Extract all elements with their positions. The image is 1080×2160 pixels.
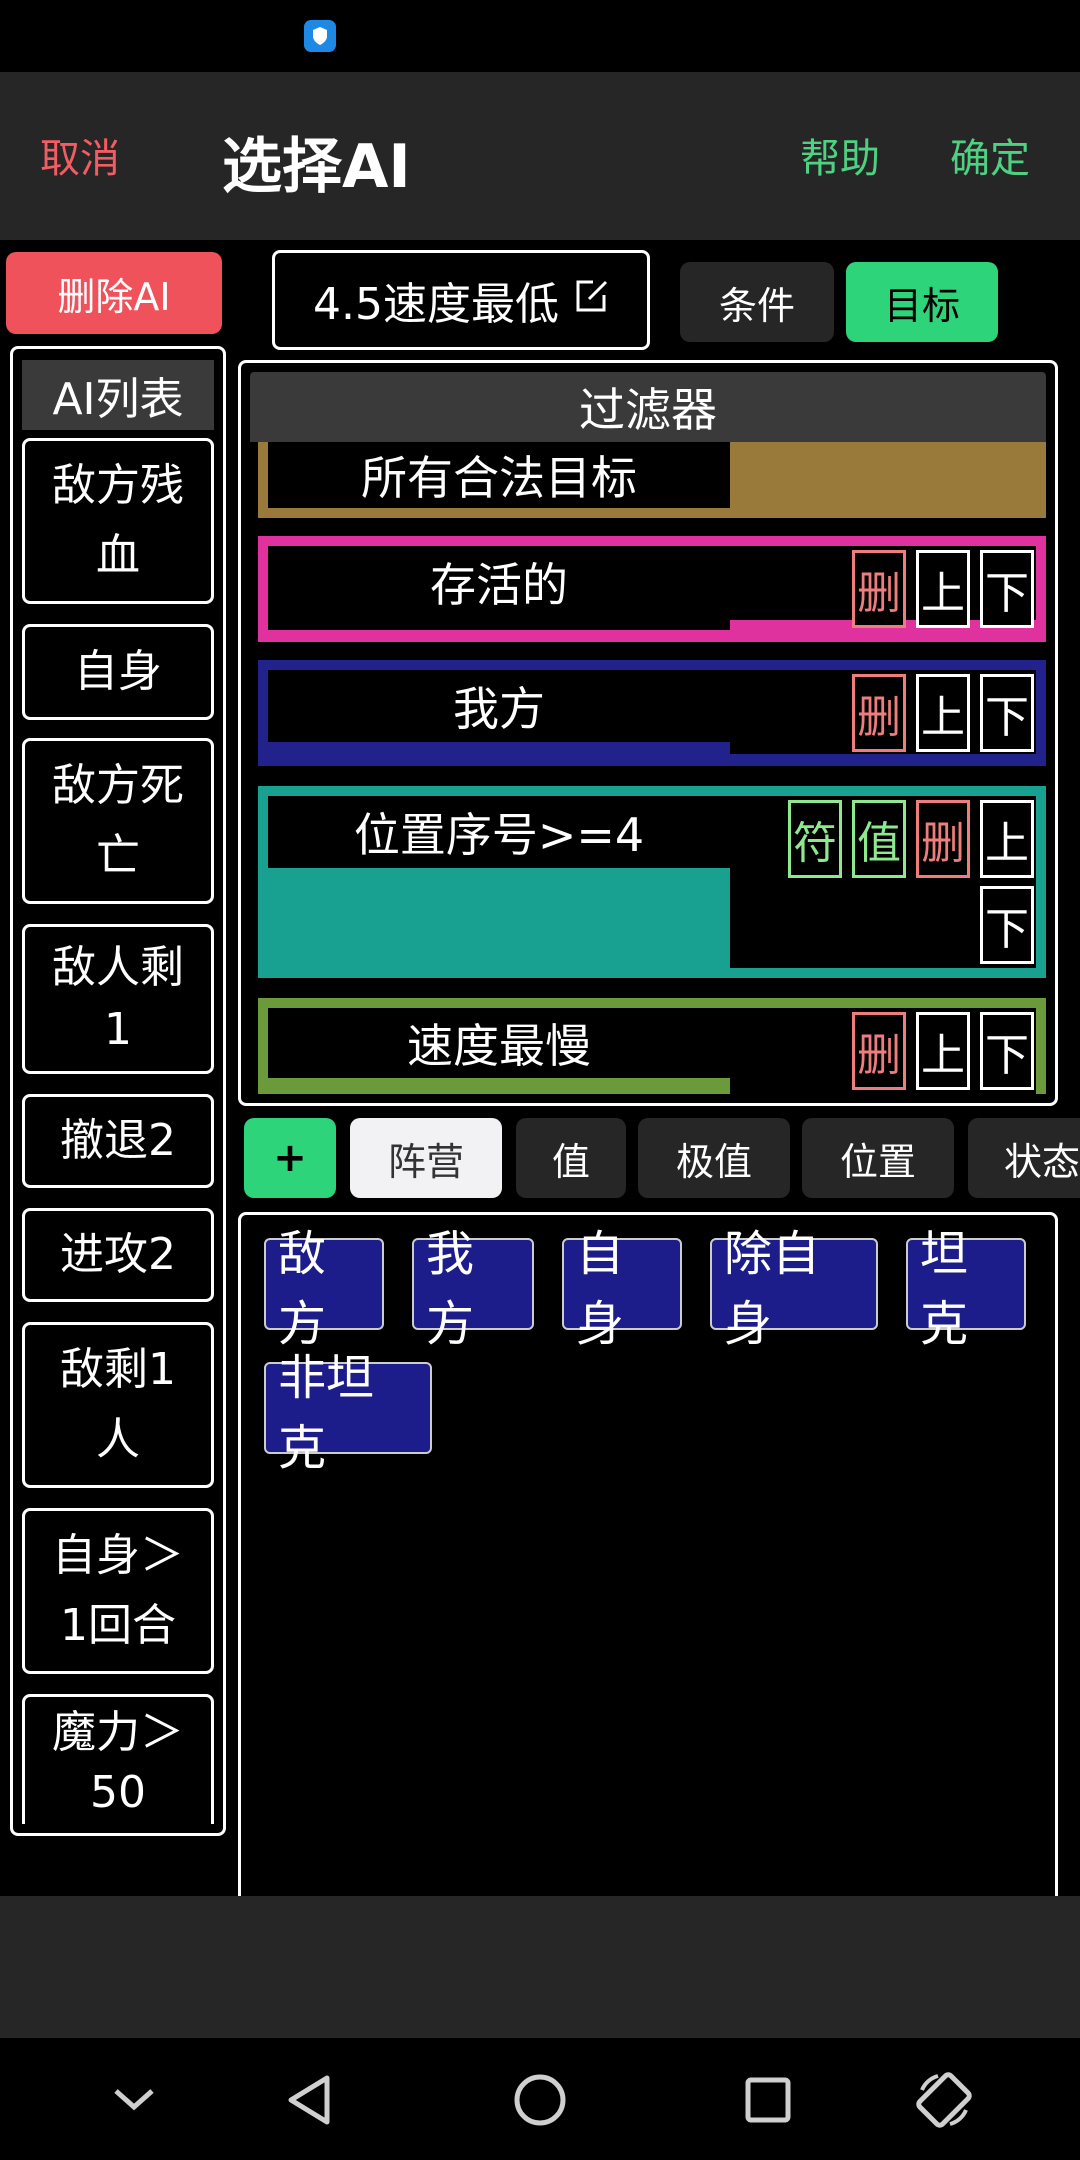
filter-row-label: 位置序号>=4: [268, 796, 730, 868]
top-app-bar: [0, 72, 1080, 240]
filter-title: 过滤器: [250, 372, 1046, 442]
filter-delete-button[interactable]: 删: [852, 674, 906, 752]
option-button[interactable]: 坦克: [906, 1226, 1026, 1352]
ai-list-title: AI列表: [22, 360, 214, 430]
ai-list-item[interactable]: 撤退2: [22, 1094, 214, 1188]
filter-down-button[interactable]: 下: [980, 886, 1034, 964]
option-button[interactable]: 我方: [412, 1226, 534, 1352]
shield-icon: [304, 20, 336, 52]
ai-list-item[interactable]: 敌人剩1: [22, 924, 214, 1074]
filter-down-button[interactable]: 下: [980, 550, 1034, 628]
ai-name-text: 4.5速度最低: [313, 279, 559, 330]
filter-delete-button[interactable]: 删: [852, 550, 906, 628]
ai-list-item[interactable]: 自身＞1回合: [22, 1508, 214, 1674]
filter-value-button[interactable]: 值: [852, 800, 906, 878]
tab-position[interactable]: 位置: [802, 1118, 954, 1198]
option-button[interactable]: 敌方: [264, 1226, 384, 1352]
tab-extreme[interactable]: 极值: [638, 1118, 790, 1198]
edit-icon[interactable]: [573, 278, 609, 323]
filter-up-button[interactable]: 上: [916, 550, 970, 628]
status-bar: [0, 0, 1080, 72]
filter-row-label: 速度最慢: [268, 1008, 730, 1078]
option-button[interactable]: 自身: [562, 1226, 682, 1352]
filter-row-label: 所有合法目标: [268, 442, 730, 508]
filter-symbol-button[interactable]: 符: [788, 800, 842, 878]
tab-target[interactable]: 目标: [846, 262, 998, 342]
filter-row[interactable]: 存活的 删 上 下: [258, 536, 1046, 642]
filter-up-button[interactable]: 上: [916, 1012, 970, 1090]
filter-delete-button[interactable]: 删: [916, 800, 970, 878]
ai-list-item[interactable]: 敌剩1人: [22, 1322, 214, 1488]
cancel-button[interactable]: 取消: [40, 126, 120, 184]
footer-area: [0, 1896, 1080, 2038]
tab-status[interactable]: 状态: [968, 1118, 1080, 1198]
filter-down-button[interactable]: 下: [980, 1012, 1034, 1090]
ai-list-item[interactable]: 魔力＞50: [22, 1694, 214, 1824]
ai-list-item[interactable]: 敌方死亡: [22, 738, 214, 904]
option-button[interactable]: 除自身: [710, 1226, 878, 1352]
option-button[interactable]: 非坦克: [264, 1350, 432, 1476]
ai-list-item[interactable]: 进攻2: [22, 1208, 214, 1302]
filter-row[interactable]: 所有合法目标: [258, 442, 1046, 518]
tab-condition[interactable]: 条件: [680, 262, 834, 342]
recents-icon[interactable]: [738, 2070, 798, 2130]
filter-row[interactable]: 位置序号>=4 符 值 删 上 下: [258, 786, 1046, 978]
filter-row[interactable]: 速度最慢 删 上 下: [258, 998, 1046, 1094]
filter-up-button[interactable]: 上: [980, 800, 1034, 878]
filter-delete-button[interactable]: 删: [852, 1012, 906, 1090]
back-icon[interactable]: [280, 2070, 340, 2130]
filter-row[interactable]: 我方 删 上 下: [258, 660, 1046, 766]
add-filter-button[interactable]: +: [244, 1118, 336, 1198]
filter-up-button[interactable]: 上: [916, 674, 970, 752]
page-title: 选择AI: [222, 132, 411, 202]
confirm-button[interactable]: 确定: [950, 126, 1030, 184]
ai-list-item[interactable]: 敌方残血: [22, 438, 214, 604]
help-button[interactable]: 帮助: [800, 126, 880, 184]
tab-value[interactable]: 值: [516, 1118, 626, 1198]
filter-row-label: 存活的: [268, 546, 730, 618]
delete-ai-button[interactable]: 删除AI: [6, 252, 222, 334]
rotate-icon[interactable]: [914, 2070, 974, 2130]
filter-down-button[interactable]: 下: [980, 674, 1034, 752]
tab-camp[interactable]: 阵营: [350, 1118, 502, 1198]
ai-list-item[interactable]: 自身: [22, 624, 214, 720]
chevron-down-icon[interactable]: [104, 2070, 164, 2130]
filter-row-label: 我方: [268, 670, 730, 742]
ai-name-field[interactable]: 4.5速度最低: [272, 250, 650, 350]
home-icon[interactable]: [510, 2070, 570, 2130]
